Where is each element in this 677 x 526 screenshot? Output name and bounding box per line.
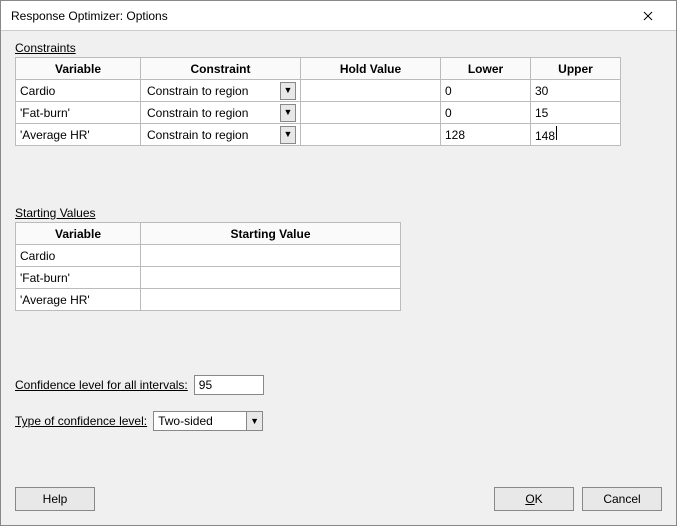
table-row: Cardio (16, 245, 401, 267)
confidence-level-label: Confidence level for all intervals: (15, 378, 188, 392)
col-upper: Upper (531, 58, 621, 80)
text-caret (556, 126, 557, 140)
constraints-table: Variable Constraint Hold Value Lower Upp… (15, 57, 621, 146)
cell-variable: 'Average HR' (16, 124, 141, 146)
dropdown-text: Two-sided (158, 414, 246, 428)
col-variable: Variable (16, 58, 141, 80)
combo-text: Constrain to region (145, 84, 280, 98)
chevron-down-icon[interactable]: ▼ (280, 104, 296, 122)
cell-constraint[interactable]: Constrain to region ▼ (141, 124, 301, 146)
cell-constraint[interactable]: Constrain to region ▼ (141, 102, 301, 124)
table-row: 'Fat-burn' (16, 267, 401, 289)
constraint-combo[interactable]: Constrain to region ▼ (145, 80, 296, 101)
confidence-level-input[interactable] (194, 375, 264, 395)
chevron-down-icon[interactable]: ▼ (246, 412, 262, 430)
cell-variable: 'Fat-burn' (16, 102, 141, 124)
confidence-type-dropdown[interactable]: Two-sided ▼ (153, 411, 263, 431)
cell-starting-value[interactable] (141, 267, 401, 289)
constraints-label: Constraints (15, 41, 662, 55)
button-row: Help OK Cancel (15, 487, 662, 511)
cell-upper[interactable]: 30 (531, 80, 621, 102)
constraints-label-text: Constraints (15, 41, 76, 55)
close-button[interactable] (628, 2, 668, 30)
cell-variable: 'Fat-burn' (16, 267, 141, 289)
chevron-down-icon[interactable]: ▼ (280, 126, 296, 144)
confidence-level-row: Confidence level for all intervals: (15, 375, 662, 395)
starting-values-label-text: Starting Values (15, 206, 96, 220)
cell-upper[interactable]: 148 (531, 124, 621, 146)
col-starting-value: Starting Value (141, 223, 401, 245)
cell-hold[interactable] (301, 124, 441, 146)
col-constraint: Constraint (141, 58, 301, 80)
starting-values-table: Variable Starting Value Cardio 'Fat-burn… (15, 222, 401, 311)
table-row: 'Fat-burn' Constrain to region ▼ 0 15 (16, 102, 621, 124)
cell-constraint[interactable]: Constrain to region ▼ (141, 80, 301, 102)
confidence-type-row: Type of confidence level: Two-sided ▼ (15, 411, 662, 431)
dialog-window: Response Optimizer: Options Constraints … (0, 0, 677, 526)
constraint-combo[interactable]: Constrain to region ▼ (145, 102, 296, 123)
dialog-body: Constraints Variable Constraint Hold Val… (1, 31, 676, 525)
cell-variable: Cardio (16, 245, 141, 267)
cancel-button[interactable]: Cancel (582, 487, 662, 511)
cell-hold[interactable] (301, 102, 441, 124)
cell-upper[interactable]: 15 (531, 102, 621, 124)
confidence-type-label: Type of confidence level: (15, 414, 147, 428)
cell-starting-value[interactable] (141, 245, 401, 267)
combo-text: Constrain to region (145, 106, 280, 120)
table-row: Cardio Constrain to region ▼ 0 30 (16, 80, 621, 102)
combo-text: Constrain to region (145, 128, 280, 142)
col-lower: Lower (441, 58, 531, 80)
chevron-down-icon[interactable]: ▼ (280, 82, 296, 100)
cell-variable: 'Average HR' (16, 289, 141, 311)
table-row: 'Average HR' Constrain to region ▼ 128 1… (16, 124, 621, 146)
col-variable: Variable (16, 223, 141, 245)
constraint-combo[interactable]: Constrain to region ▼ (145, 124, 296, 145)
cell-starting-value[interactable] (141, 289, 401, 311)
ok-button[interactable]: OK (494, 487, 574, 511)
cell-variable: Cardio (16, 80, 141, 102)
help-button[interactable]: Help (15, 487, 95, 511)
titlebar: Response Optimizer: Options (1, 1, 676, 31)
close-icon (643, 11, 653, 21)
cell-hold[interactable] (301, 80, 441, 102)
col-hold-value: Hold Value (301, 58, 441, 80)
cell-lower[interactable]: 128 (441, 124, 531, 146)
upper-editing: 148 (535, 129, 555, 143)
cell-lower[interactable]: 0 (441, 102, 531, 124)
starting-values-label: Starting Values (15, 206, 662, 220)
window-title: Response Optimizer: Options (11, 9, 628, 23)
table-row: 'Average HR' (16, 289, 401, 311)
cell-lower[interactable]: 0 (441, 80, 531, 102)
